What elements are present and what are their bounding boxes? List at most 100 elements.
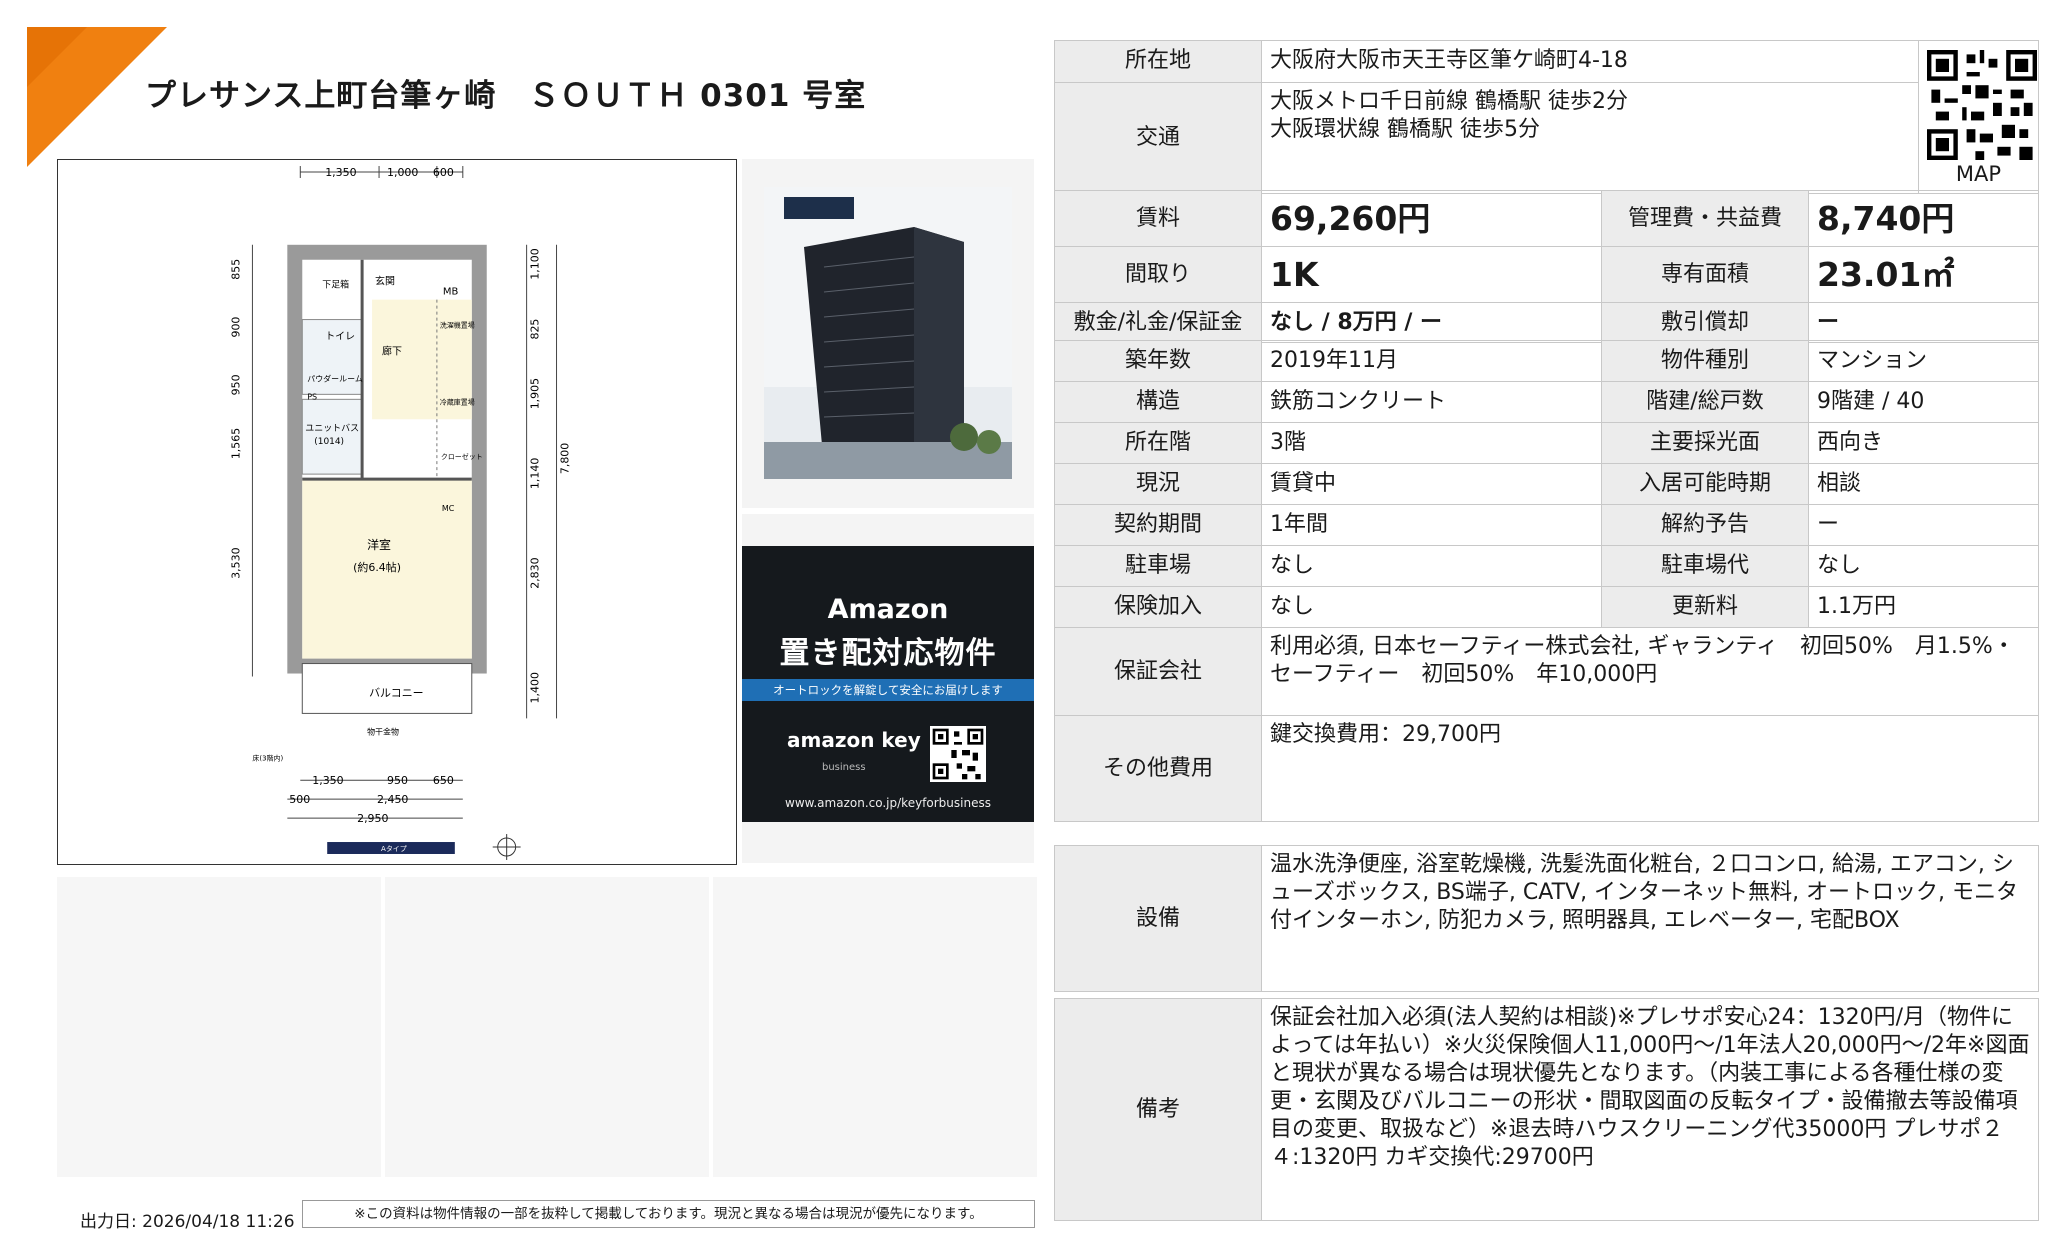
detail-value: 1年間 <box>1261 504 1602 546</box>
detail-value: 賃貸中 <box>1261 463 1602 505</box>
fp-dim-bottom-2: 950 <box>387 774 408 787</box>
fp-western-room-label: 洋室 <box>367 537 391 552</box>
fp-outdoor-unit-label: 物干金物 <box>367 726 399 736</box>
remarks-value: 保証会社加入必須(法人契約は相談)※プレサポ安心24：1320円/月（物件によっ… <box>1261 998 2039 1221</box>
fp-mb-label: MB <box>443 287 459 298</box>
fp-dim-top-2: 1,000 <box>387 166 418 179</box>
fp-closet-label: クローゼット <box>441 452 483 461</box>
fp-type-label: Aタイプ <box>381 844 407 853</box>
equipment-value: 温水洗浄便座, 浴室乾燥機, 洗髪洗面化粧台, ２口コンロ, 給湯, エアコン,… <box>1261 845 2039 992</box>
detail-label: 入居可能時期 <box>1601 463 1809 505</box>
detail-value: 西向き <box>1808 422 2039 464</box>
detail-value: なし <box>1808 545 2039 587</box>
amazon-qr-code-icon <box>930 726 986 782</box>
fp-dim-left-1: 855 <box>229 259 242 280</box>
fp-ps-label: PS <box>307 392 317 401</box>
detail-label: 階建/総戸数 <box>1601 381 1809 423</box>
area-value: 23.01㎡ <box>1808 246 2039 303</box>
layout-value: 1K <box>1261 246 1602 303</box>
detail-label: 契約期間 <box>1054 504 1262 546</box>
other-fees-label: その他費用 <box>1054 715 1262 822</box>
fp-dim-right-1: 1,100 <box>529 248 542 279</box>
detail-value: なし <box>1261 545 1602 587</box>
equipment-label: 設備 <box>1054 845 1262 992</box>
fp-fridge-label: 冷蔵庫置場 <box>440 397 475 406</box>
remarks-label: 備考 <box>1054 998 1262 1221</box>
fp-dim-top-3: 600 <box>433 166 454 179</box>
detail-label: 更新料 <box>1601 586 1809 628</box>
detail-value: 相談 <box>1808 463 2039 505</box>
amazon-url: www.amazon.co.jp/keyforbusiness <box>785 796 991 810</box>
photo-placeholder-3 <box>713 877 1037 1177</box>
photo-placeholder-1 <box>57 877 381 1177</box>
transport-value: 大阪メトロ千日前線 鶴橋駅 徒歩2分 大阪環状線 鶴橋駅 徒歩5分 <box>1261 81 1919 195</box>
fp-dim-left-4: 1,565 <box>229 428 242 459</box>
address-value: 大阪府大阪市天王寺区筆ケ崎町4-18 <box>1261 40 1919 83</box>
map-qr-code-icon[interactable] <box>1927 50 2037 160</box>
building-photo <box>764 187 1012 479</box>
fp-dim-bottom-5: 2,450 <box>377 793 408 806</box>
rent-label: 賃料 <box>1054 190 1262 247</box>
fp-washroom-label: 洗濯機置場 <box>440 321 475 330</box>
detail-label: 保険加入 <box>1054 586 1262 628</box>
fp-corridor-label: 廊下 <box>382 344 402 357</box>
detail-label: 現況 <box>1054 463 1262 505</box>
fp-western-room-size: (約6.4帖) <box>353 560 401 574</box>
fp-powder-label: パウダールーム <box>307 373 363 383</box>
fp-shoebox-label: 下足箱 <box>322 279 349 291</box>
detail-label: 所在階 <box>1054 422 1262 464</box>
fp-dim-left-3: 950 <box>229 374 242 395</box>
fp-dim-bottom-6: 2,950 <box>357 812 388 825</box>
detail-value: 9階建 / 40 <box>1808 381 2039 423</box>
fp-floor-note: 床(3階内) <box>252 753 283 762</box>
area-label: 専有面積 <box>1601 246 1809 303</box>
detail-value: ー <box>1808 504 2039 546</box>
detail-value: 鉄筋コンクリート <box>1261 381 1602 423</box>
amortization-label: 敷引償却 <box>1601 302 1809 343</box>
detail-value: マンション <box>1808 340 2039 382</box>
detail-label: 駐車場代 <box>1601 545 1809 587</box>
fp-dim-right-2: 825 <box>529 319 542 340</box>
photo-placeholder-2 <box>385 877 709 1177</box>
fp-unitbath-label: ユニットバス <box>305 423 359 434</box>
detail-label: 駐車場 <box>1054 545 1262 587</box>
map-qr-caption: MAP <box>1955 162 2002 186</box>
building-photo-panel <box>742 159 1034 508</box>
transport-label: 交通 <box>1054 81 1262 195</box>
rent-value: 69,260円 <box>1261 190 1602 247</box>
management-fee-label: 管理費・共益費 <box>1601 190 1809 247</box>
fp-dim-bottom-3: 650 <box>433 774 454 787</box>
fp-mc-label: MC <box>442 504 455 513</box>
detail-value: 1.1万円 <box>1808 586 2039 628</box>
detail-label: 物件種別 <box>1601 340 1809 382</box>
rent-table: 賃料 69,260円 管理費・共益費 8,740円 間取り 1K 専有面積 23… <box>1054 190 2039 343</box>
location-table: 所在地 大阪府大阪市天王寺区筆ケ崎町4-18 MAP 交通 大阪メトロ千日前線 … <box>1054 40 2039 195</box>
map-qr-cell[interactable]: MAP <box>1918 40 2039 194</box>
fp-unitbath-size: (1014) <box>314 437 344 447</box>
address-label: 所在地 <box>1054 40 1262 83</box>
amazon-stripe: オートロックを解錠して安全にお届けします <box>742 679 1034 701</box>
floor-plan: 1,350 1,000 600 855 900 950 1,565 3,530 … <box>57 159 737 865</box>
amazon-key-banner: Amazon 置き配対応物件 オートロックを解錠して安全にお届けします amaz… <box>742 546 1034 822</box>
fp-dim-right-outer: 7,800 <box>558 443 571 474</box>
detail-label: 主要採光面 <box>1601 422 1809 464</box>
fp-dim-left-5: 3,530 <box>229 547 242 578</box>
equipment-table: 設備 温水洗浄便座, 浴室乾燥機, 洗髪洗面化粧台, ２口コンロ, 給湯, エア… <box>1054 845 2039 992</box>
detail-value: なし <box>1261 586 1602 628</box>
issue-date: 出力日: 2026/04/18 11:26 <box>80 1212 295 1232</box>
detail-value: 2019年11月 <box>1261 340 1602 382</box>
north-arrow-icon <box>492 834 521 860</box>
amazon-key-logo: amazon key <box>787 728 921 752</box>
detail-value: 3階 <box>1261 422 1602 464</box>
fp-dim-right-4: 1,140 <box>529 458 542 489</box>
fp-dim-bottom-4: 500 <box>289 793 310 806</box>
deposit-value: なし / 8万円 / ー <box>1261 302 1602 343</box>
disclaimer: ※この資料は物件情報の一部を抜粋して掲載しております。現況と異なる場合は現況が優… <box>302 1200 1035 1228</box>
fp-dim-left-2: 900 <box>229 317 242 338</box>
detail-label: 構造 <box>1054 381 1262 423</box>
fp-dim-bottom-1: 1,350 <box>312 774 343 787</box>
deposit-label: 敷金/礼金/保証金 <box>1054 302 1262 343</box>
details-table: 築年数 2019年11月 物件種別 マンション 構造 鉄筋コンクリート 階建/総… <box>1054 340 2039 822</box>
fp-dim-right-6: 1,400 <box>529 672 542 703</box>
layout-label: 間取り <box>1054 246 1262 303</box>
